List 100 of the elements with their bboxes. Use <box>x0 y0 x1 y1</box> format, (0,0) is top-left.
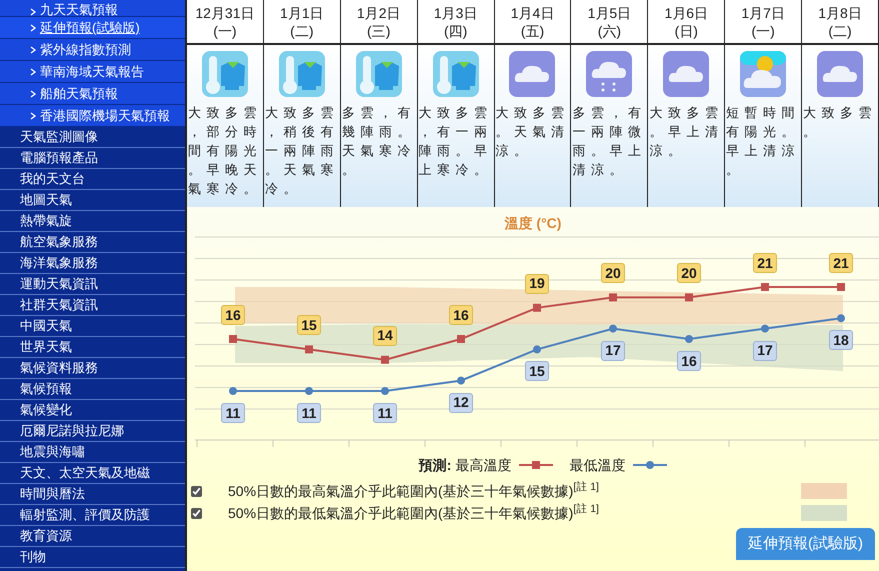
min-legend-icon <box>633 461 668 469</box>
thermometer-sweater-icon <box>200 50 249 98</box>
data-label: 16 <box>221 305 245 325</box>
weekday-label: (六) <box>598 22 622 40</box>
sidebar-item[interactable]: 世界天氣 <box>0 337 185 358</box>
weekday-label: (三) <box>367 22 390 40</box>
sidebar-item[interactable]: 氣候預報 <box>0 379 185 400</box>
data-point <box>457 376 465 385</box>
thermometer-sweater-icon <box>278 50 326 98</box>
date-label: 1月2日 <box>356 4 400 22</box>
weekday-label: (二) <box>290 22 314 40</box>
data-point <box>229 387 237 395</box>
sidebar-item[interactable]: 天文、太空天氣及地磁 <box>0 463 185 484</box>
forecast-text: 大致多雲。早上清涼。 <box>649 104 724 160</box>
data-label: 20 <box>677 263 701 284</box>
data-label: 14 <box>373 326 397 346</box>
forecast-text: 大致多雲，部分時間有陽光。早晚天氣寒冷。 <box>188 104 263 198</box>
data-point <box>229 335 237 343</box>
sidebar-item[interactable]: 氣候變化 <box>0 400 185 421</box>
date-label: 1月5日 <box>588 4 632 22</box>
sidebar-subitem[interactable]: 船舶天氣預報 <box>0 83 185 105</box>
data-label: 17 <box>601 340 625 361</box>
data-point <box>533 345 541 354</box>
forecast-text: 短暫時間有陽光。早上清涼。 <box>726 104 802 179</box>
weekday-label: (二) <box>828 22 852 40</box>
forecast-text: 大致多雲。 <box>803 104 878 141</box>
sidebar-item[interactable]: 地震與海嘯 <box>0 442 185 463</box>
sidebar-subitem[interactable]: 紫外線指數預測 <box>0 39 185 61</box>
sidebar-subitem[interactable]: 延伸預報(試驗版) <box>0 17 185 39</box>
chart-title: 溫度 (°C) <box>504 215 562 231</box>
chevron-icon <box>30 68 36 76</box>
data-label: 11 <box>297 403 321 423</box>
data-label: 18 <box>829 330 853 350</box>
data-label: 11 <box>221 403 245 423</box>
legend-label: 最低溫度 <box>569 456 626 474</box>
sidebar-item[interactable]: 教育資源 <box>0 526 185 547</box>
forecast-text: 多雲，有一兩陣微雨。早上清涼。 <box>572 104 648 179</box>
sidebar-item[interactable]: 電腦預報產品 <box>0 148 185 169</box>
data-point <box>457 335 465 343</box>
data-point <box>761 283 769 291</box>
sun-cloud-icon <box>739 50 788 98</box>
date-label: 1月6日 <box>664 4 708 22</box>
data-label: 19 <box>525 274 549 294</box>
weekday-label: (一) <box>213 22 237 40</box>
data-label: 12 <box>449 392 473 413</box>
sidebar-item[interactable]: 我的天文台 <box>0 169 185 190</box>
data-label: 15 <box>297 315 321 336</box>
chevron-icon <box>30 90 36 98</box>
sidebar-item[interactable]: 社群天氣資訊 <box>0 295 185 316</box>
forecast-text: 多雲，有幾陣雨。天氣寒冷。 <box>342 104 417 179</box>
cloud-icon <box>508 50 556 98</box>
sidebar-subitem[interactable]: 華南海域天氣報告 <box>0 61 185 83</box>
cloud-icon <box>662 50 710 98</box>
sidebar-item[interactable]: 熱帶氣旋 <box>0 211 185 232</box>
thermometer-sweater-icon <box>354 50 403 98</box>
sidebar-item[interactable]: 運動天氣資訊 <box>0 274 185 295</box>
data-label: 17 <box>753 340 777 361</box>
forecast-text: 大致多雲，稍後有一兩陣雨。天氣寒冷。 <box>264 104 340 198</box>
data-point <box>305 387 313 395</box>
sidebar-item[interactable]: 時間與曆法 <box>0 484 185 505</box>
weekday-label: (一) <box>752 22 775 40</box>
data-point <box>685 335 693 343</box>
range-checkbox[interactable] <box>191 486 202 496</box>
data-label: 21 <box>829 253 853 273</box>
cloud-icon <box>816 50 864 98</box>
sidebar-subitem[interactable]: 香港國際機場天氣預報 <box>0 105 185 127</box>
sidebar-item[interactable]: 氣候資料服務 <box>0 358 185 379</box>
range-label: 50%日數的最高氣溫介乎此範圍內(基於三十年氣候數據)$^{[註 1]}$ <box>228 480 599 501</box>
sidebar-item[interactable]: 輻射監測、評價及防護 <box>0 505 185 526</box>
chevron-icon <box>30 112 36 120</box>
weekday-label: (四) <box>444 22 468 40</box>
sidebar-item[interactable]: 地圖天氣 <box>0 190 185 211</box>
data-point <box>609 324 617 333</box>
data-label: 15 <box>525 361 549 382</box>
range-label: 50%日數的最低氣溫介乎此範圍內(基於三十年氣候數據)$^{[註 1]}$ <box>228 502 599 523</box>
data-point <box>761 324 769 333</box>
sidebar-item[interactable]: 天氣監測圖像 <box>0 127 185 148</box>
data-point <box>837 314 845 322</box>
date-label: 1月3日 <box>434 4 478 22</box>
max-legend-icon <box>519 461 554 469</box>
data-point <box>381 387 389 395</box>
sidebar-item[interactable]: 航空氣象服務 <box>0 232 185 253</box>
weekday-label: (日) <box>674 22 698 40</box>
range-checkbox[interactable] <box>191 508 202 518</box>
rain-cloud-icon <box>585 50 634 98</box>
data-label: 20 <box>601 263 625 284</box>
data-label: 11 <box>373 403 397 423</box>
data-label: 21 <box>753 253 777 273</box>
legend-label: 預測: 最高溫度 <box>418 456 512 475</box>
date-label: 1月1日 <box>280 4 324 22</box>
data-point <box>837 283 845 291</box>
forecast-text: 大致多雲。天氣清涼。 <box>496 104 570 160</box>
sidebar-item[interactable]: 中國天氣 <box>0 316 185 337</box>
sidebar-item[interactable]: 厄爾尼諾與拉尼娜 <box>0 421 185 442</box>
forecast-text: 大致多雲，有一兩陣雨。早上寒冷。 <box>418 104 494 179</box>
data-label: 16 <box>449 305 473 325</box>
sidebar-subitem[interactable]: 九天天氣預報 <box>0 0 185 17</box>
weekday-label: (五) <box>520 22 544 40</box>
chevron-icon <box>30 46 36 54</box>
date-label: 1月7日 <box>741 4 785 22</box>
